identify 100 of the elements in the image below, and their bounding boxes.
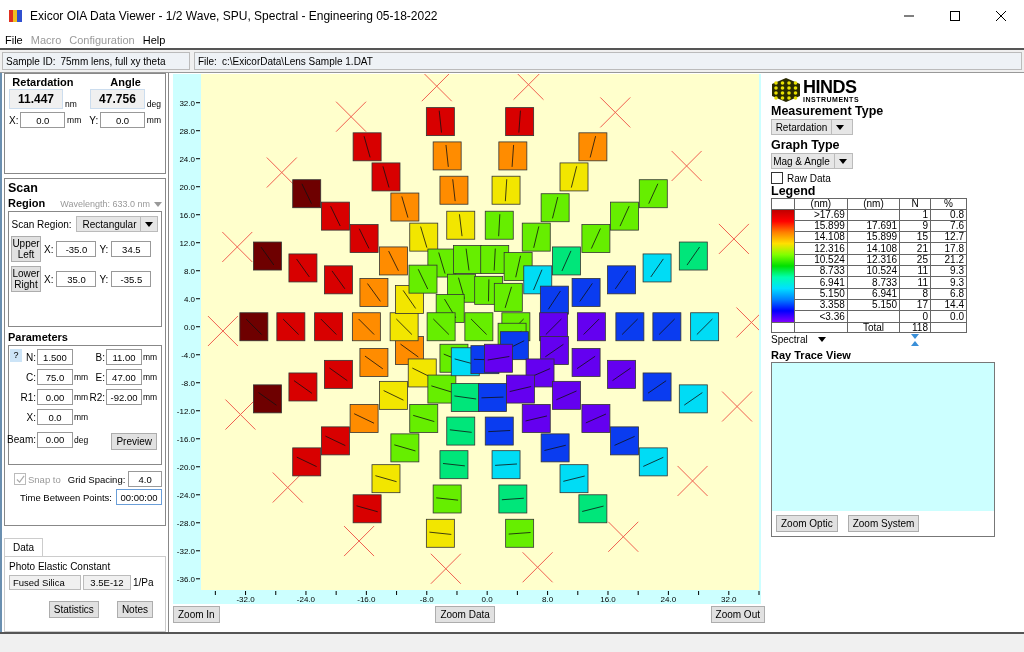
unit-label: mm (74, 412, 88, 423)
data-point (324, 265, 353, 295)
caret-icon (154, 201, 162, 207)
raw-data-label: Raw Data (787, 172, 831, 184)
data-point (571, 278, 601, 307)
y-field[interactable]: 0.0 (100, 112, 145, 128)
axis-tick-label: 20.0 (179, 182, 195, 192)
axis-tick-label: -16.0 (176, 434, 195, 444)
parameter-field[interactable]: -92.00 (106, 389, 142, 406)
parameter-field[interactable]: 47.00 (106, 369, 142, 386)
tab[interactable]: Data (4, 538, 44, 556)
corner-button[interactable]: Upper Left (11, 236, 41, 263)
data-point (540, 285, 569, 315)
y-label: Y: (99, 273, 109, 285)
data-point (432, 141, 462, 171)
axis-tick-label: 32.0 (179, 98, 195, 108)
data-point (552, 380, 581, 410)
x-field[interactable]: 0.0 (20, 112, 66, 128)
legend-cell: 8 (899, 288, 931, 300)
legend-cell: >17.69 (794, 209, 848, 221)
axis-tick-label: -4.0 (181, 350, 195, 360)
data-point (581, 224, 611, 253)
axis-tick-label: -24.0 (176, 490, 195, 500)
y-field[interactable]: 34.5 (111, 241, 152, 258)
material-field[interactable]: Fused Silica (9, 575, 81, 590)
legend-cell: 12.316 (794, 242, 848, 255)
y-field[interactable]: -35.5 (111, 271, 152, 288)
axis-tick-label: 0.0 (183, 322, 195, 332)
legend-cell: 5.150 (794, 288, 848, 300)
data-point (425, 518, 455, 548)
zoom-button[interactable]: Zoom Data (435, 606, 495, 623)
legend-cell: 14.108 (794, 231, 848, 243)
data-point (484, 416, 514, 446)
measurement-type-dropdown[interactable]: Retardation (771, 119, 853, 135)
data-point (314, 312, 343, 342)
data-point (506, 374, 535, 404)
zoom-button[interactable]: Zoom Out (710, 606, 765, 623)
time-field[interactable]: 00:00:00 (116, 489, 162, 506)
data-point (239, 312, 269, 342)
data-point (638, 447, 668, 477)
menu-item[interactable]: File (2, 31, 26, 48)
grid-spacing-field[interactable]: 4.0 (128, 471, 162, 488)
x-marker (607, 521, 639, 553)
parameter-field[interactable]: 11.00 (106, 349, 142, 366)
data-point (321, 201, 350, 231)
file-field[interactable]: File: c:\ExicorData\Lens Sample 1.DAT (194, 52, 1022, 70)
parameter-field[interactable]: 0.0 (37, 409, 73, 426)
data-point (446, 416, 476, 446)
scroll-down-icon[interactable] (911, 334, 919, 339)
parameter-field[interactable]: 0.00 (37, 389, 73, 406)
legend-cell: 10.524 (794, 254, 848, 266)
x-marker (718, 223, 750, 255)
legend-cell: 15.899 (794, 220, 848, 232)
y-label: Y: (89, 114, 99, 126)
legend-cell: 0 (899, 310, 931, 322)
data-point (349, 224, 379, 253)
data-point (292, 179, 322, 209)
x-marker (207, 315, 239, 347)
scan-region-label: Scan Region: (11, 218, 72, 230)
scroll-up-icon[interactable] (911, 341, 919, 346)
help-button[interactable]: ? (10, 348, 22, 362)
y-label: Y: (99, 243, 109, 255)
x-field[interactable]: -35.0 (56, 241, 97, 258)
data-point (521, 404, 551, 433)
data-point (464, 312, 494, 342)
legend-cell: 12.7 (930, 231, 967, 243)
preview-button[interactable]: Preview (111, 433, 157, 451)
data-point (359, 278, 389, 307)
axis-tick-label: 28.0 (179, 126, 195, 136)
ray-trace-button[interactable]: Zoom System (847, 515, 920, 532)
pec-field[interactable]: 3.5E-12 (83, 575, 131, 590)
parameter-field[interactable]: 0.00 (37, 431, 73, 448)
scan-region-dropdown[interactable]: Rectangular (75, 216, 159, 233)
panel-button[interactable]: Statistics (48, 601, 99, 618)
corner-button[interactable]: Lower Right (11, 266, 41, 293)
graph-type-dropdown[interactable]: Mag & Angle (771, 153, 853, 169)
zoom-button[interactable]: Zoom In (173, 606, 220, 623)
axis-tick-label: 16.0 (600, 595, 616, 604)
palette-dropdown[interactable]: Spectral (771, 334, 826, 345)
scan-heading: Scan (8, 181, 39, 196)
axis-tick-label: 8.0 (542, 595, 554, 604)
unit-label: mm (143, 372, 157, 383)
panel-button[interactable]: Notes (116, 601, 153, 618)
legend-cell: 6.8 (930, 288, 967, 300)
parameter-field[interactable]: 75.0 (37, 369, 73, 386)
menu-item[interactable]: Help (139, 31, 169, 48)
data-point (379, 380, 408, 410)
legend-cell (847, 209, 900, 221)
pec-label: Photo Elastic Constant (9, 561, 112, 572)
ray-trace-button[interactable]: Zoom Optic (776, 515, 838, 532)
data-point (678, 241, 708, 271)
x-field[interactable]: 35.0 (56, 271, 97, 288)
parameter-field[interactable]: 1.500 (37, 349, 73, 366)
data-point (324, 359, 353, 389)
maximize-icon (950, 10, 960, 21)
x-marker (421, 74, 453, 102)
raw-data-checkbox[interactable] (771, 172, 783, 184)
data-point (446, 210, 476, 240)
axis-tick-label: -32.0 (176, 546, 195, 556)
sample-id-field[interactable]: Sample ID: 75mm lens, full xy theta (2, 52, 190, 70)
